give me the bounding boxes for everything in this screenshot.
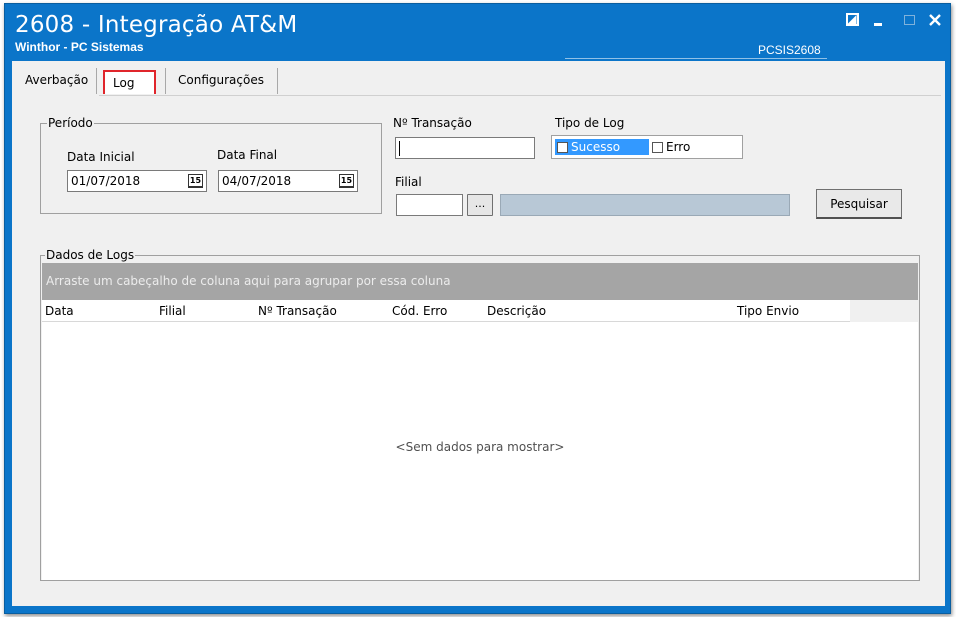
periodo-group: Período Data Inicial Data Final 01/07/20… bbox=[40, 116, 382, 214]
client-area: Averbação Log Configurações Período Data… bbox=[12, 61, 945, 606]
checkbox-icon[interactable] bbox=[652, 141, 663, 153]
tab-configuracoes[interactable]: Configurações bbox=[165, 68, 278, 94]
tipo-log-label: Tipo de Log bbox=[555, 116, 625, 130]
routine-code: PCSIS2608 bbox=[758, 43, 821, 57]
window-title: 2608 - Integração AT&M bbox=[15, 12, 298, 38]
minimize-icon bbox=[874, 23, 882, 26]
calendar-icon[interactable]: 15 bbox=[188, 174, 203, 188]
dados-logs-legend: Dados de Logs bbox=[45, 248, 136, 262]
pesquisar-button[interactable]: Pesquisar bbox=[816, 189, 902, 219]
column-header-filial[interactable]: Filial bbox=[159, 304, 186, 318]
title-divider bbox=[565, 58, 827, 59]
data-inicial-label: Data Inicial bbox=[67, 150, 135, 164]
maximize-icon bbox=[903, 15, 915, 25]
column-header-descricao[interactable]: Descrição bbox=[487, 304, 546, 318]
sucesso-label: Sucesso bbox=[571, 140, 621, 154]
restore-button[interactable] bbox=[841, 9, 863, 31]
maximize-button[interactable] bbox=[898, 9, 920, 31]
transacao-input[interactable] bbox=[395, 137, 535, 159]
title-bar: 2608 - Integração AT&M Winthor - PC Sist… bbox=[5, 4, 950, 60]
column-header-data[interactable]: Data bbox=[45, 304, 74, 318]
filial-lookup-button[interactable]: ... bbox=[467, 194, 493, 216]
tab-strip-divider bbox=[99, 95, 941, 96]
tipo-log-checklist: Sucesso Erro bbox=[551, 135, 743, 159]
grid-body[interactable]: <Sem dados para mostrar> bbox=[42, 322, 918, 580]
sucesso-option[interactable]: Sucesso bbox=[555, 139, 649, 155]
erro-label: Erro bbox=[666, 140, 691, 154]
data-final-label: Data Final bbox=[217, 148, 278, 162]
filial-label: Filial bbox=[395, 175, 422, 189]
data-inicial-value: 01/07/2018 bbox=[71, 174, 141, 188]
column-header-tipo-envio[interactable]: Tipo Envio bbox=[737, 304, 799, 318]
checkbox-icon[interactable] bbox=[557, 141, 568, 153]
erro-option[interactable]: Erro bbox=[650, 139, 690, 155]
filial-input[interactable] bbox=[396, 194, 463, 216]
close-button[interactable] bbox=[924, 9, 946, 31]
minimize-button[interactable] bbox=[867, 9, 889, 31]
empty-grid-message: <Sem dados para mostrar> bbox=[395, 440, 565, 454]
filial-description-field bbox=[500, 194, 790, 216]
dados-logs-group: Dados de Logs Arraste um cabeçalho de co… bbox=[40, 248, 920, 581]
data-inicial-field[interactable]: 01/07/2018 15 bbox=[67, 170, 207, 192]
restore-icon bbox=[845, 13, 859, 26]
group-by-panel[interactable]: Arraste um cabeçalho de coluna aqui para… bbox=[42, 263, 918, 300]
window-subtitle: Winthor - PC Sistemas bbox=[15, 40, 144, 54]
calendar-icon[interactable]: 15 bbox=[339, 174, 354, 188]
grid-header: Data Filial Nº Transação Cód. Erro Descr… bbox=[42, 300, 850, 322]
tab-averbacao[interactable]: Averbação bbox=[16, 68, 97, 94]
text-caret bbox=[399, 141, 400, 156]
app-window: 2608 - Integração AT&M Winthor - PC Sist… bbox=[4, 3, 951, 614]
column-header-cod-erro[interactable]: Cód. Erro bbox=[392, 304, 447, 318]
transacao-label: Nº Transação bbox=[393, 116, 472, 130]
tab-log[interactable]: Log bbox=[103, 70, 156, 94]
column-header-transacao[interactable]: Nº Transação bbox=[258, 304, 337, 318]
periodo-legend: Período bbox=[47, 116, 94, 130]
data-final-field[interactable]: 04/07/2018 15 bbox=[218, 170, 358, 192]
data-final-value: 04/07/2018 bbox=[222, 174, 292, 188]
close-icon bbox=[929, 14, 941, 26]
